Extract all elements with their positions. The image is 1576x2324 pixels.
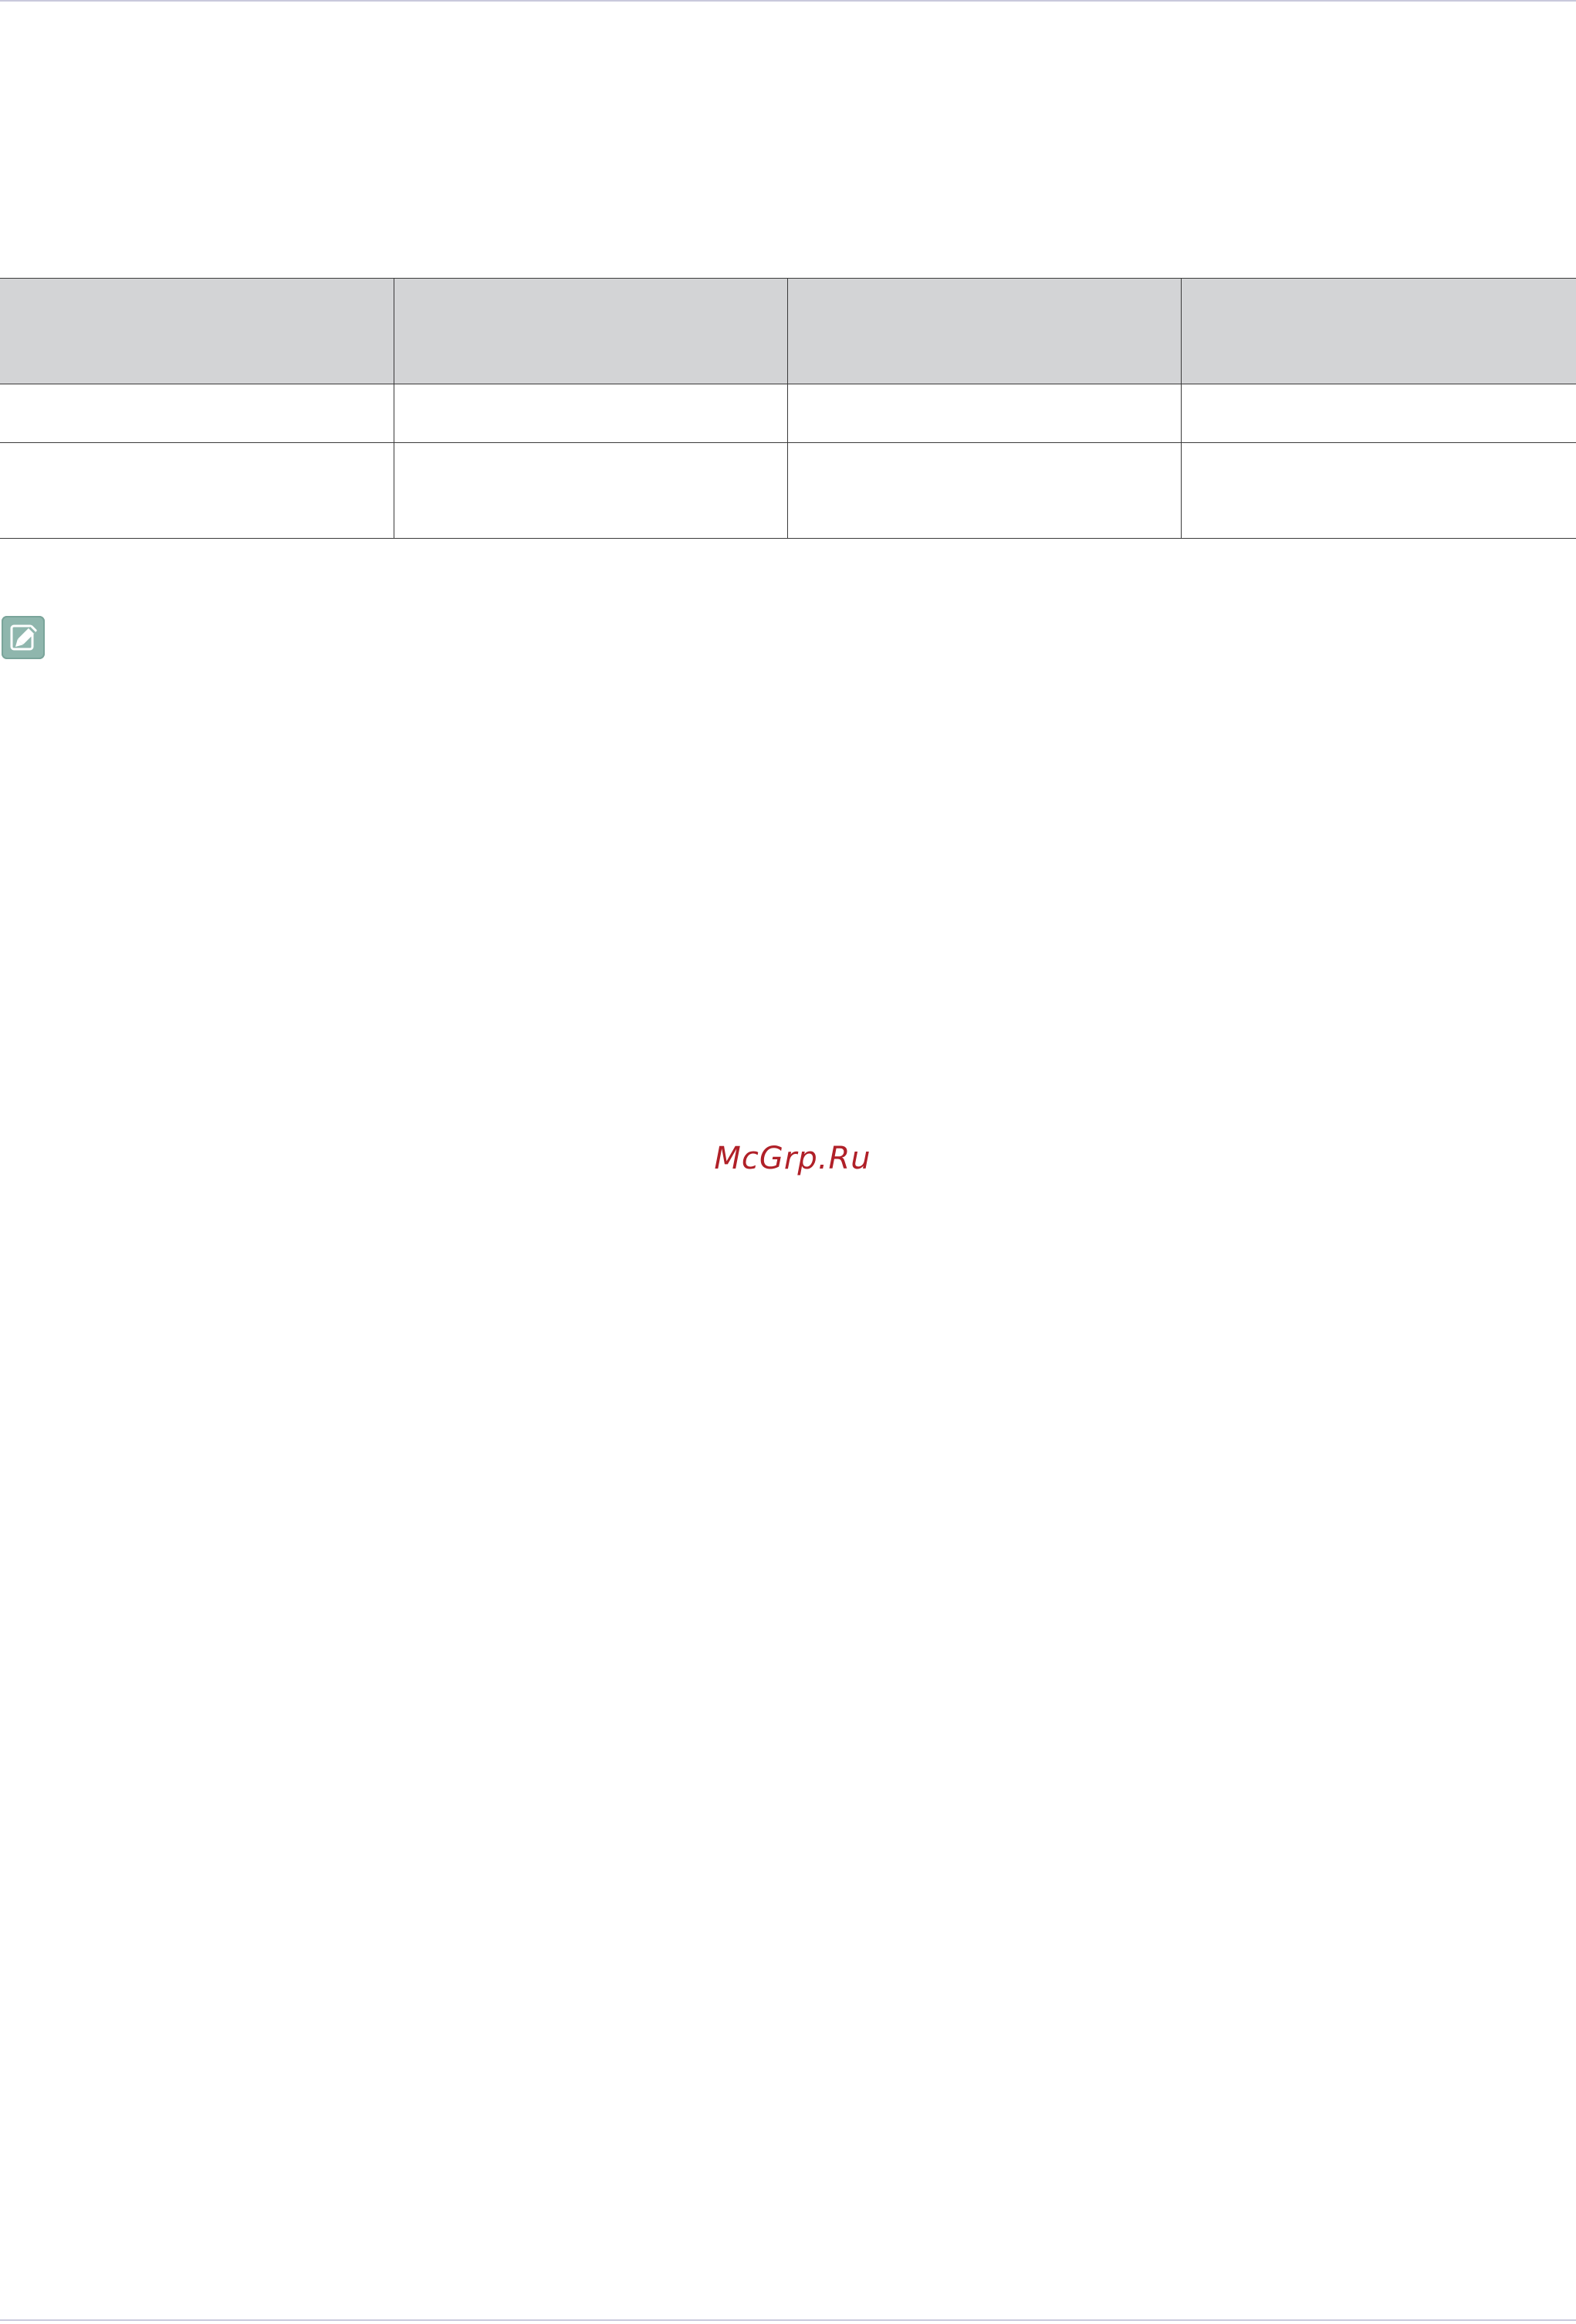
top-page-rule <box>0 0 1576 2</box>
watermark-text: McGrp.Ru <box>714 1141 871 1176</box>
table-cell <box>787 384 1182 443</box>
table-header-row <box>0 278 1576 384</box>
table-cell <box>394 442 788 539</box>
table-cell <box>394 384 788 443</box>
pencil-note-icon <box>2 616 45 659</box>
table-cell <box>0 442 394 539</box>
bottom-page-rule <box>0 2319 1576 2321</box>
table-header-cell <box>394 278 788 384</box>
table-cell <box>1181 384 1576 443</box>
table-row <box>0 442 1576 539</box>
table-cell <box>1181 442 1576 539</box>
table-header-cell <box>787 278 1182 384</box>
table-cell <box>0 384 394 443</box>
pencil-note-icon-graphic <box>10 624 37 651</box>
table-header-cell <box>1181 278 1576 384</box>
table-row <box>0 384 1576 443</box>
table-cell <box>787 442 1182 539</box>
spec-table <box>0 278 1576 539</box>
table-header-cell <box>0 278 394 384</box>
